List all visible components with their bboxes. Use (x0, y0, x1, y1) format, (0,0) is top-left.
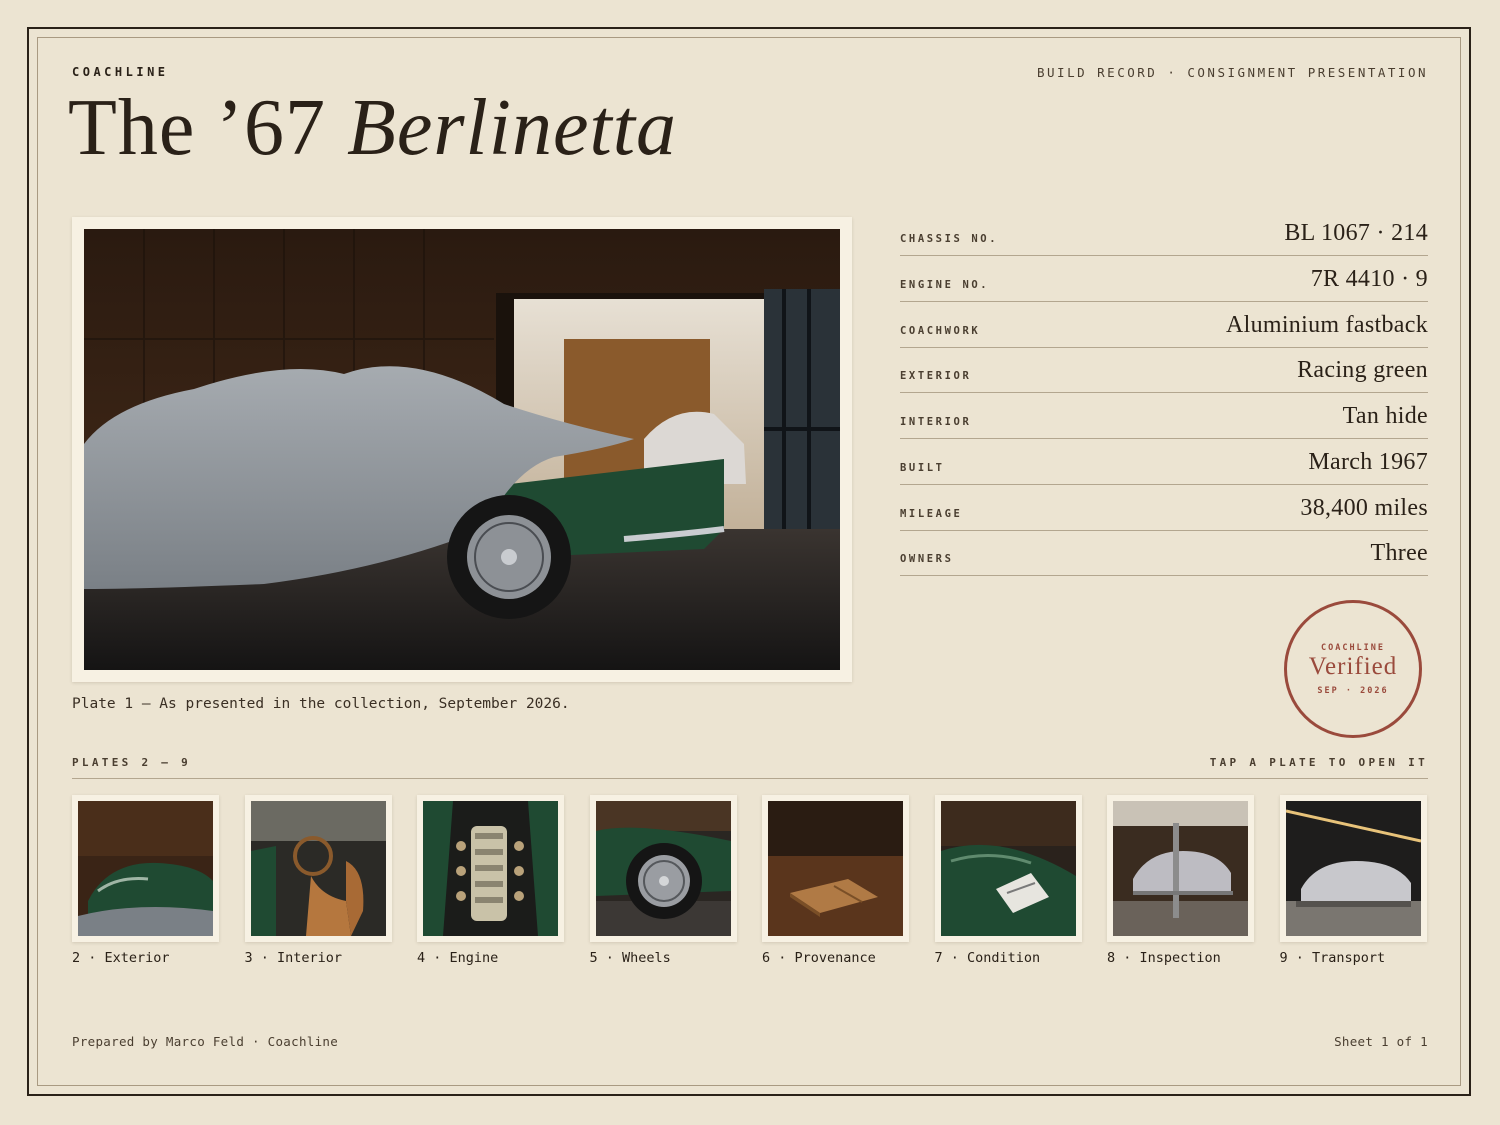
spec-label: CHASSIS NO. (900, 233, 999, 245)
plate-thumb-transport[interactable]: 9 · Transport (1279, 795, 1427, 966)
spec-label: ENGINE NO. (900, 278, 990, 291)
plate-thumb-condition[interactable]: 7 · Condition (934, 795, 1082, 966)
plates-hint: TAP A PLATE TO OPEN IT (1209, 756, 1428, 769)
title-plain: The ’67 (68, 84, 348, 172)
spec-row-interior: INTERIOR Tan hide (900, 394, 1428, 439)
spec-label: INTERIOR (900, 416, 972, 428)
spec-value: Three (1370, 540, 1428, 567)
plate-thumb-provenance[interactable]: 6 · Provenance (762, 795, 909, 966)
spec-row-built: BUILT March 1967 (900, 440, 1428, 485)
thumb-label: 6 · Provenance (762, 950, 876, 966)
spec-value: Tan hide (1342, 403, 1428, 429)
interior-photo-icon (250, 801, 386, 936)
stamp-brand: COACHLINE (1320, 643, 1386, 653)
thumb-label: 2 · Exterior (72, 950, 170, 966)
spec-row-coachwork: COACHWORK Aluminium fastback (900, 303, 1428, 348)
spec-value: 7R 4410 · 9 (1310, 265, 1428, 292)
thumb-label: 8 · Inspection (1107, 950, 1221, 966)
plate-thumb-exterior[interactable]: 2 · Exterior (72, 795, 219, 966)
leather-folio-photo-icon (768, 801, 903, 936)
thumb-label: 7 · Condition (934, 950, 1041, 966)
plate-thumb-wheels[interactable]: 5 · Wheels (589, 795, 737, 966)
exterior-photo-icon (78, 801, 213, 936)
thumb-frame (589, 795, 737, 942)
thumb-frame (934, 795, 1082, 942)
plates-range: PLATES 2 – 9 (72, 756, 192, 769)
spec-value: Aluminium fastback (1225, 311, 1428, 338)
plate-thumb-interior[interactable]: 3 · Interior (244, 795, 392, 966)
spec-value: Racing green (1297, 357, 1428, 384)
plate-1-caption: Plate 1 — As presented in the collection… (72, 696, 570, 712)
thumb-frame (72, 795, 219, 942)
thumb-frame (1107, 795, 1254, 942)
thumb-label: 9 · Transport (1279, 950, 1386, 966)
prepared-by: Prepared by Marco Feld · Coachline (72, 1034, 339, 1049)
covered-car-photo (84, 229, 840, 670)
spec-label: COACHWORK (900, 324, 981, 337)
spec-list: CHASSIS NO. BL 1067 · 214 ENGINE NO. 7R … (900, 211, 1428, 577)
verified-stamp: COACHLINE Verified SEP · 2026 (1284, 600, 1422, 738)
thumb-frame (244, 795, 392, 942)
thumb-frame (1279, 795, 1427, 942)
spec-label: BUILT (900, 461, 945, 474)
spec-value: 38,400 miles (1300, 494, 1428, 521)
spec-label: MILEAGE (900, 507, 963, 520)
lift-photo-icon (1113, 801, 1248, 936)
spec-value: March 1967 (1308, 448, 1428, 475)
spec-row-owners: OWNERS Three (900, 531, 1428, 577)
stamp-date: SEP · 2026 (1317, 686, 1389, 696)
plate-1-hero[interactable] (72, 217, 852, 682)
wheel-photo-icon (595, 801, 731, 936)
spec-row-chassis: CHASSIS NO. BL 1067 · 214 (900, 211, 1428, 256)
condition-photo-icon (940, 801, 1076, 936)
plates-heading: PLATES 2 – 9 TAP A PLATE TO OPEN IT (72, 754, 1428, 779)
page-title: The ’67 Berlinetta (68, 82, 677, 174)
thumb-label: 4 · Engine (417, 950, 499, 966)
thumb-frame (762, 795, 909, 942)
spec-label: EXTERIOR (900, 370, 972, 383)
plate-thumb-engine[interactable]: 4 · Engine (417, 795, 564, 966)
plate-thumb-inspection[interactable]: 8 · Inspection (1107, 795, 1254, 966)
thumb-label: 5 · Wheels (589, 950, 671, 966)
spec-label: OWNERS (900, 553, 954, 566)
thumb-frame (417, 795, 564, 942)
document-type: BUILD RECORD · CONSIGNMENT PRESENTATION (1037, 65, 1428, 80)
transport-photo-icon (1285, 801, 1421, 936)
title-italic: Berlinetta (347, 84, 677, 172)
sheet-number: Sheet 1 of 1 (1334, 1034, 1428, 1049)
spec-value: BL 1067 · 214 (1284, 220, 1428, 246)
stamp-verified: Verified (1308, 653, 1398, 680)
plate-thumbnails: 2 · Exterior 3 · Interior 4 · Engine 5 ·… (72, 795, 1432, 975)
brand-name: COACHLINE (72, 65, 169, 79)
thumb-label: 3 · Interior (244, 950, 343, 966)
spec-row-mileage: MILEAGE 38,400 miles (900, 486, 1428, 531)
engine-photo-icon (423, 801, 558, 936)
spec-row-engine: ENGINE NO. 7R 4410 · 9 (900, 257, 1428, 302)
spec-row-exterior: EXTERIOR Racing green (900, 348, 1428, 394)
